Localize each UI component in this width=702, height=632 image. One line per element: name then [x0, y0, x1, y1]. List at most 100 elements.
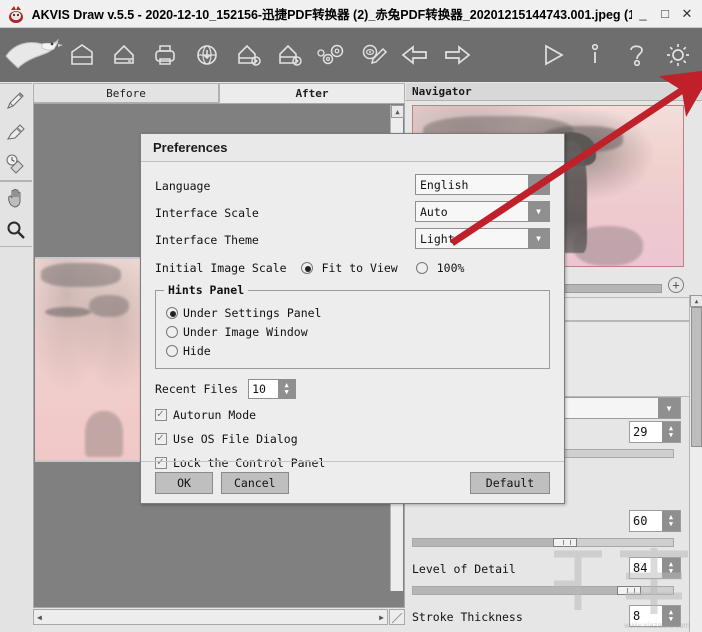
save-settings-icon[interactable] [272, 33, 308, 77]
row-initial-image-scale: Initial Image Scale Fit to View 100% [155, 257, 550, 279]
checkbox-autorun-mode-box[interactable] [155, 407, 167, 421]
canvas-image-preview [35, 257, 140, 462]
chevron-down-icon[interactable]: ▼ [658, 398, 680, 418]
redo-icon[interactable] [439, 33, 475, 77]
row-recent-files: Recent Files 10 ▲ ▼ [155, 378, 550, 400]
spinner-arrows-icon[interactable]: ▲ ▼ [662, 606, 680, 626]
minimize-button[interactable]: _ [632, 3, 654, 25]
scrollbar-thumb[interactable] [691, 307, 702, 447]
hints-option-under-settings-panel[interactable]: Under Settings Panel [166, 303, 539, 322]
publish-web-icon[interactable] [189, 33, 225, 77]
default-button[interactable]: Default [470, 471, 550, 494]
row-interface-scale: Interface Scale Auto ▼ [155, 201, 550, 226]
application-window: AKVIS Draw v.5.5 - 2020-12-10_152156-迅捷P… [0, 0, 702, 632]
interface-theme-select[interactable]: Light ▼ [415, 228, 550, 249]
settings-vertical-scrollbar[interactable]: ▲ [689, 295, 702, 632]
presets-icon[interactable] [314, 33, 350, 77]
language-select[interactable]: English ▼ [415, 174, 550, 195]
undo-icon[interactable] [398, 33, 434, 77]
spinner-arrows-icon[interactable]: ▲ ▼ [662, 511, 680, 531]
hints-option-under-image-window[interactable]: Under Image Window [166, 322, 539, 341]
slider-track[interactable] [412, 538, 674, 547]
slider-knob[interactable] [617, 586, 641, 595]
cancel-button[interactable]: Cancel [221, 471, 289, 494]
navigator-header: Navigator ▽ [406, 83, 702, 101]
main-toolbar [0, 28, 702, 82]
hand-tool[interactable] [0, 182, 32, 214]
window-title: AKVIS Draw v.5.5 - 2020-12-10_152156-迅捷P… [31, 8, 632, 22]
param-spinner-stroke-thickness[interactable]: 8 ▲ ▼ [629, 605, 681, 627]
scroll-up-arrow[interactable]: ▲ [391, 105, 404, 118]
param-row-level-of-detail: Level of Detail 84 ▲ ▼ [406, 555, 689, 582]
slider-fill [413, 539, 553, 546]
zoom-tool[interactable] [0, 214, 32, 246]
dialog-body: Language English ▼ Interface Scale Auto … [141, 162, 564, 470]
tools-group-edit [0, 83, 32, 181]
chevron-down-icon[interactable]: ▽ [689, 85, 696, 98]
close-button[interactable]: ✕ [676, 3, 698, 25]
chevron-down-icon[interactable]: ▼ [528, 202, 549, 221]
tab-after[interactable]: After [219, 83, 405, 103]
label-recent-files: Recent Files [155, 382, 239, 396]
info-icon[interactable] [577, 33, 613, 77]
label-initial-image-scale: Initial Image Scale [155, 261, 287, 275]
checkbox-use-os-file-dialog-box[interactable] [155, 431, 167, 445]
slider-knob[interactable] [553, 538, 577, 547]
interface-scale-select[interactable]: Auto ▼ [415, 201, 550, 222]
preferences-icon[interactable] [356, 33, 392, 77]
radio-under-image-window[interactable] [166, 325, 178, 338]
radio-under-settings-panel[interactable] [166, 306, 178, 319]
row-language: Language English ▼ [155, 174, 550, 199]
maximize-button[interactable]: □ [654, 3, 676, 25]
window-controls: _ □ ✕ [632, 3, 698, 25]
ok-button[interactable]: OK [155, 471, 213, 494]
recent-files-spinner[interactable]: 10 ▲ ▼ [248, 379, 297, 399]
scroll-up-arrow[interactable]: ▲ [690, 295, 702, 307]
run-icon[interactable] [535, 33, 571, 77]
spinner-arrows-icon[interactable]: ▲ ▼ [278, 380, 296, 398]
help-icon[interactable] [619, 33, 655, 77]
spinner-arrows-icon[interactable]: ▲ ▼ [662, 558, 680, 578]
row-interface-theme: Interface Theme Light ▼ [155, 228, 550, 253]
label-use-os-file-dialog: Use OS File Dialog [173, 432, 298, 446]
param-spinner-2[interactable]: 60 ▲ ▼ [629, 510, 681, 532]
param-spinner-level-of-detail[interactable]: 84 ▲ ▼ [629, 557, 681, 579]
param-value-level-of-detail: 84 [633, 561, 648, 575]
eraser-tool[interactable] [0, 116, 32, 148]
print-icon[interactable] [147, 33, 183, 77]
slider-fill [413, 587, 617, 594]
load-settings-icon[interactable] [231, 33, 267, 77]
hints-option-hide[interactable]: Hide [166, 341, 539, 360]
recent-files-value: 10 [252, 382, 266, 396]
param-spinner-1[interactable]: 29 ▲ ▼ [629, 421, 681, 443]
param-value-stroke-thickness: 8 [633, 609, 641, 623]
param-label-stroke-thickness: Stroke Thickness [412, 609, 523, 624]
history-brush-tool[interactable] [0, 148, 32, 180]
param-label-level-of-detail: Level of Detail [412, 561, 516, 576]
label-hide: Hide [183, 343, 211, 358]
plus-circle-icon[interactable]: + [668, 277, 684, 293]
tab-before[interactable]: Before [33, 83, 219, 103]
param-value-1: 29 [633, 425, 648, 439]
interface-theme-value: Light [420, 231, 455, 246]
param-slider-level-of-detail[interactable] [406, 582, 689, 603]
open-image-icon[interactable] [106, 33, 142, 77]
checkbox-autorun-mode[interactable]: Autorun Mode [155, 405, 550, 425]
scroll-right-arrow[interactable]: ▶ [379, 613, 384, 622]
pencil-tool[interactable] [0, 84, 32, 116]
radio-hide[interactable] [166, 344, 178, 357]
checkbox-use-os-file-dialog[interactable]: Use OS File Dialog [155, 429, 550, 449]
spinner-arrows-icon[interactable]: ▲ ▼ [662, 422, 680, 442]
new-image-icon[interactable] [64, 33, 100, 77]
settings-icon[interactable] [660, 33, 696, 77]
chevron-down-icon[interactable]: ▼ [528, 175, 549, 194]
akvis-bird-logo [2, 30, 64, 80]
canvas-horizontal-scrollbar[interactable]: ◀ ▶ [33, 609, 388, 625]
chevron-down-icon[interactable]: ▼ [528, 229, 549, 248]
param-slider-2[interactable] [406, 534, 689, 555]
slider-track[interactable] [412, 586, 674, 595]
radio-fit-to-view[interactable] [300, 262, 313, 274]
scroll-left-arrow[interactable]: ◀ [37, 613, 42, 622]
hints-panel-legend: Hints Panel [164, 283, 249, 297]
radio-100-percent[interactable] [415, 262, 428, 274]
